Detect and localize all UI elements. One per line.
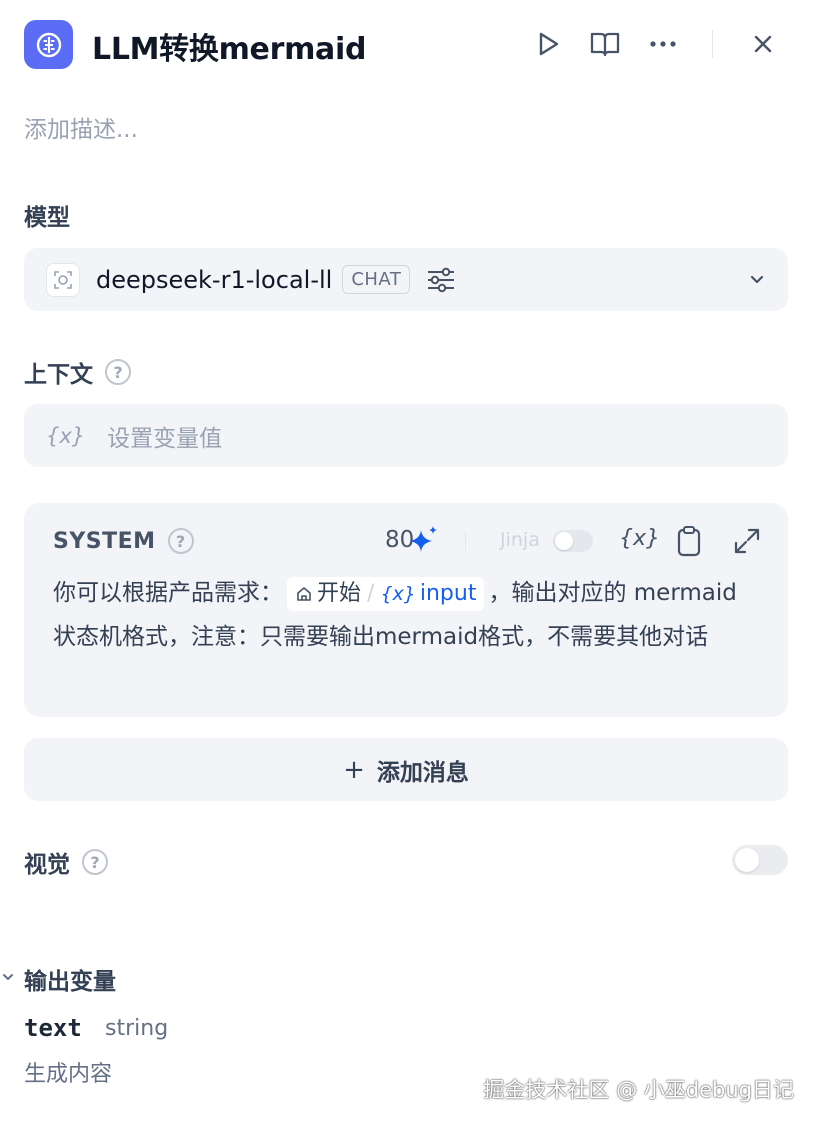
help-icon[interactable]: ?	[105, 359, 131, 385]
docs-button[interactable]	[587, 26, 623, 62]
book-icon	[590, 32, 620, 57]
close-icon	[754, 35, 772, 53]
model-dropdown-toggle[interactable]	[748, 270, 766, 288]
output-variables-title[interactable]: 输出变量	[24, 962, 116, 996]
vision-section-label: 视觉 ?	[24, 845, 108, 879]
model-mode-badge: CHAT	[342, 265, 411, 294]
copy-button[interactable]	[676, 525, 702, 557]
output-variable-name: text	[24, 1014, 82, 1042]
add-message-label: 添加消息	[376, 759, 469, 786]
jinja-toggle[interactable]	[553, 530, 593, 552]
expand-icon	[734, 528, 760, 554]
context-placeholder: 设置变量值	[107, 425, 223, 452]
chip-node-name: 开始	[317, 580, 362, 606]
home-icon	[297, 586, 311, 601]
jinja-label: Jinja	[500, 529, 540, 551]
close-button[interactable]	[745, 26, 781, 62]
chip-variable-name: input	[419, 580, 477, 606]
sparkle-icon	[410, 526, 437, 552]
chevron-down-icon	[750, 275, 764, 284]
add-message-button[interactable]: + 添加消息	[24, 738, 788, 801]
system-prompt-text[interactable]: 你可以根据产品需求： 开始 / {x} input ，输出对应的 mermaid 状态机格…	[53, 571, 765, 659]
model-section-label: 模型	[24, 198, 70, 232]
node-type-icon	[24, 20, 73, 69]
plus-icon: +	[343, 754, 365, 785]
context-label: 上下文	[24, 362, 93, 388]
context-section-label: 上下文 ?	[24, 355, 131, 389]
model-provider-icon	[46, 262, 80, 297]
variable-icon: {x}	[619, 526, 661, 551]
output-variable-type: string	[105, 1016, 169, 1041]
insert-variable-button[interactable]: {x}	[619, 526, 660, 551]
run-button[interactable]	[530, 26, 566, 62]
vision-toggle[interactable]	[732, 845, 788, 875]
model-selector[interactable]: deepseek-r1-local-ll CHAT	[24, 248, 788, 311]
help-icon[interactable]: ?	[167, 528, 194, 554]
help-icon[interactable]: ?	[82, 849, 108, 875]
watermark: 掘金技术社区 @ 小巫debug日记	[483, 1078, 794, 1102]
chip-variable-icon: {x}	[380, 582, 416, 605]
header-divider	[712, 30, 713, 58]
sliders-icon	[428, 267, 455, 292]
system-prompt-header: SYSTEM ? 80 Jinja {x}	[53, 525, 762, 557]
model-name: deepseek-r1-local-ll	[96, 265, 333, 294]
variable-icon: {x}	[46, 423, 86, 448]
collapse-chevron-icon[interactable]	[2, 968, 14, 987]
play-icon	[539, 32, 559, 56]
ai-generate-button[interactable]	[408, 525, 440, 555]
context-variable-selector[interactable]: {x} 设置变量值	[24, 404, 788, 467]
model-icon	[54, 270, 72, 289]
expand-button[interactable]	[733, 527, 761, 555]
system-label: SYSTEM	[53, 528, 156, 554]
system-prompt-editor: SYSTEM ? 80 Jinja {x} 你可以根据产品需求： 开始 / {x} in…	[24, 503, 788, 717]
output-variable-description: 生成内容	[24, 1062, 113, 1087]
more-button[interactable]	[645, 26, 681, 62]
clipboard-icon	[677, 526, 701, 557]
toolbar-divider	[465, 531, 466, 551]
description-input[interactable]: 添加描述...	[24, 110, 138, 144]
node-title[interactable]: LLM转换mermaid	[92, 24, 366, 68]
model-params-button[interactable]	[426, 266, 456, 294]
more-icon	[650, 41, 676, 47]
vision-label: 视觉	[24, 852, 70, 878]
brain-node-icon	[36, 32, 61, 57]
prompt-text-before: 你可以根据产品需求：	[53, 580, 283, 606]
model-label: 模型	[24, 205, 70, 231]
variable-reference-chip: 开始 / {x} input	[287, 576, 485, 611]
chip-separator: /	[367, 580, 375, 606]
